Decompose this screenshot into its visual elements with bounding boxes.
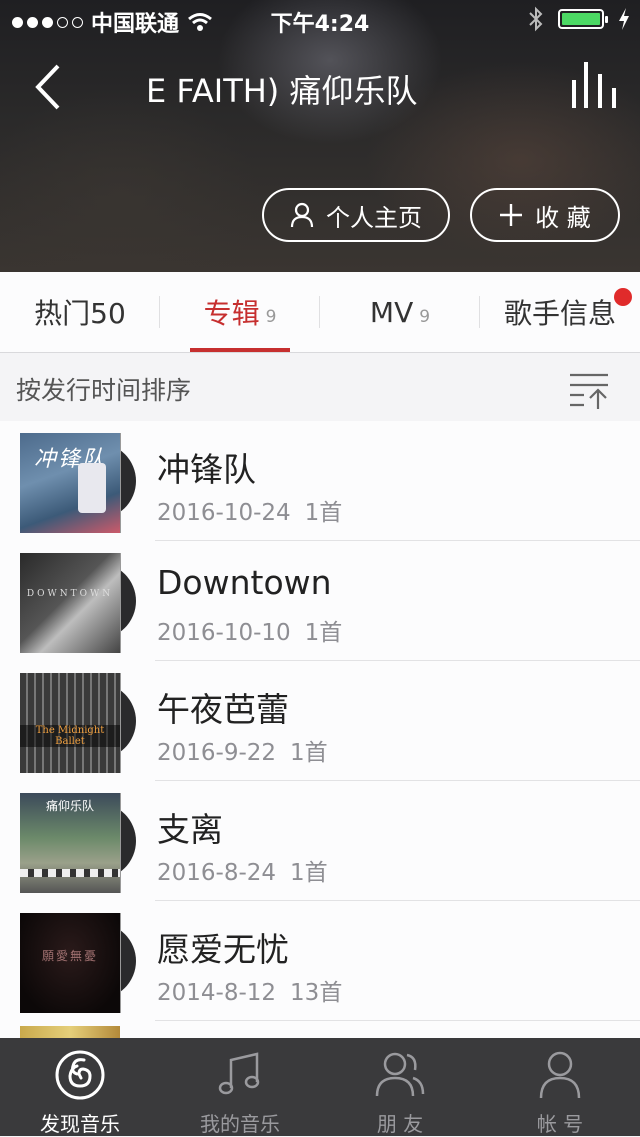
album-date: 2016-8-24 [157,860,277,886]
album-list: 冲锋队 冲锋队 2016-10-24 1首 DOWNTOWN Downtown 2… [0,421,640,1038]
album-date: 2016-9-22 [157,740,277,766]
profile-button-label: 个人主页 [326,203,422,232]
album-row[interactable]: 冲锋队 冲锋队 2016-10-24 1首 [0,421,640,541]
album-date: 2014-8-12 [157,980,277,1006]
tab-label: MV [369,295,414,329]
cover-art-text: 痛仰乐队 [45,799,94,813]
album-cover: 願愛無憂 [20,913,120,1013]
profile-button[interactable]: 个人主页 [262,188,450,242]
row-divider [155,1020,640,1021]
tab-discover-music[interactable]: 发现音乐 [0,1038,160,1136]
artist-tabs: 热门50 专辑 9 MV 9 歌手信息 [0,272,640,353]
charging-icon [619,8,629,30]
album-meta: 2016-8-24 1首 [157,853,328,887]
tab-label: 发现音乐 [40,1112,120,1136]
album-track-count: 1首 [290,740,328,766]
tab-my-music[interactable]: 我的音乐 [160,1038,320,1136]
friends-icon [375,1052,425,1097]
active-tab-indicator [190,348,290,352]
album-title: 冲锋队 [157,450,256,489]
favorite-button[interactable]: 收 藏 [470,188,620,242]
album-track-count: 1首 [304,500,343,526]
equalizer-bars-icon[interactable] [570,60,618,110]
plus-icon [500,204,523,226]
album-cover-partial [20,1026,120,1038]
cover-art-text: The Midnight Ballet [20,725,120,747]
notification-dot [614,288,632,306]
album-row[interactable]: The Midnight Ballet 午夜芭蕾 2016-9-22 1首 [0,661,640,781]
album-date: 2016-10-10 [157,620,291,646]
sort-bar: 按发行时间排序 [0,353,640,421]
sort-label: 按发行时间排序 [16,376,192,405]
tab-label: 我的音乐 [200,1112,280,1136]
person-icon [539,1051,581,1099]
tab-label: 朋 友 [376,1112,424,1136]
tab-artist-info[interactable]: 歌手信息 [480,272,640,352]
tab-label: 歌手信息 [503,297,616,330]
album-meta: 2014-8-12 13首 [157,973,342,1007]
album-title: 支离 [157,810,223,849]
cover-art-text: DOWNTOWN [26,589,114,599]
album-cover: The Midnight Ballet [20,673,120,773]
netease-music-icon [55,1050,105,1100]
album-track-count: 13首 [290,980,343,1006]
album-title: Downtown [157,563,332,602]
status-bar: 中国联通 下午4:24 [0,0,640,40]
album-cover: 冲锋队 [20,433,120,533]
tab-label: 热门50 [34,297,126,330]
tab-mv[interactable]: MV 9 [320,272,480,352]
album-cover: DOWNTOWN [20,553,120,653]
album-track-count: 1首 [304,620,343,646]
tab-count: 9 [419,307,431,327]
chevron-left-icon[interactable] [30,62,70,112]
album-row[interactable]: 願愛無憂 愿爱无忧 2014-8-12 13首 [0,901,640,1021]
tab-albums[interactable]: 专辑 9 [160,272,320,352]
album-title: 午夜芭蕾 [157,690,289,729]
album-row[interactable]: 痛仰乐队 支离 2016-8-24 1首 [0,781,640,901]
tab-label: 专辑 [203,297,260,330]
tab-friends[interactable]: 朋 友 [320,1038,480,1136]
bottom-tab-bar: 发现音乐 我的音乐 朋 友 帐 号 [0,1038,640,1136]
album-cover: 痛仰乐队 [20,793,120,893]
album-title: 愿爱无忧 [157,930,289,969]
album-meta: 2016-10-24 1首 [157,493,342,527]
album-meta: 2016-9-22 1首 [157,733,328,767]
album-row[interactable]: DOWNTOWN Downtown 2016-10-10 1首 [0,541,640,661]
music-note-icon [218,1052,260,1095]
person-icon [290,202,314,228]
tab-top50[interactable]: 热门50 [0,272,160,352]
album-track-count: 1首 [290,860,328,886]
tab-count: 9 [265,307,277,327]
tab-account[interactable]: 帐 号 [480,1038,640,1136]
tab-label: 帐 号 [536,1112,584,1136]
page-title: E FAITH) 痛仰乐队 [146,72,418,110]
album-date: 2016-10-24 [157,500,291,526]
cover-art-text: 願愛無憂 [41,949,98,963]
favorite-button-label: 收 藏 [535,203,591,232]
bluetooth-icon [529,6,543,32]
album-meta: 2016-10-10 1首 [157,613,342,647]
sort-order-icon[interactable] [568,371,610,411]
artist-header: 中国联通 下午4:24 E FAITH) 痛仰乐队 个人主页 收 藏 [0,0,640,272]
battery-icon [558,9,608,29]
artist-name-marquee: E FAITH) 痛仰乐队 [110,62,490,112]
